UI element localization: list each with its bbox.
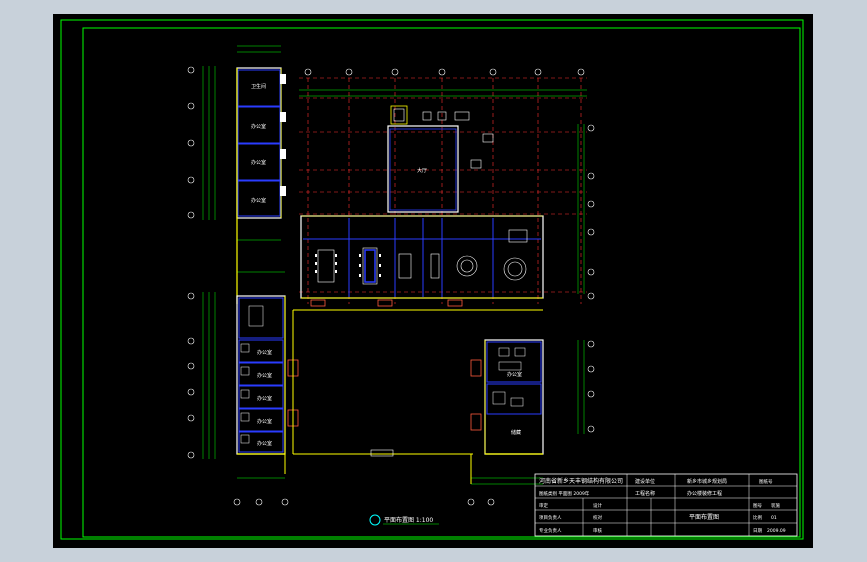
drawing-caption: 平面布置图 1:100 [384,516,433,524]
tb-company: 河南省新乡天丰钢结构有限公司 [539,477,623,485]
courtyard [292,309,543,457]
central-hall: 大厅 [387,105,494,213]
axis-bubbles-top [304,68,585,76]
label-top-left-1: 卫生间 [251,83,266,90]
drawing-sheet: 卫生间 办公室 办公室 办公室 大厅 办公室 办公室 办公室 办公室 办公室 办… [53,14,813,548]
tb-row4-b: 校对 [593,514,602,521]
axis-bubbles-left [187,66,195,459]
top-left-wing: 卫生间 办公室 办公室 办公室 [236,67,286,304]
label-left-office-2: 办公室 [257,372,272,379]
tb-row5-c: 日期 [753,528,762,534]
tb-row3-c: 图号 [753,503,762,509]
circle-marker-icon [369,514,381,526]
tb-row2-right: 办公楼装修工程 [687,490,722,497]
tb-version: 01 [771,515,777,521]
label-center-hall: 大厅 [417,167,427,174]
tb-row2-mid: 工程名称 [635,490,655,497]
tb-row5-b: 审核 [593,527,602,534]
label-right-2: 储藏 [511,429,521,436]
tb-row4-c: 比例 [753,514,762,521]
tb-project-label: 建设单位 [635,478,655,485]
lower-left-wing: 办公室 办公室 办公室 办公室 办公室 [236,295,299,455]
right-lower-block: 办公室 储藏 [470,339,544,455]
floor-plan-drawing: 卫生间 办公室 办公室 办公室 大厅 办公室 办公室 办公室 办公室 办公室 办… [60,19,804,540]
axis-bubbles-bottom [233,498,495,506]
axis-bubbles-right [587,124,595,433]
label-left-office-4: 办公室 [257,418,272,425]
tb-drawing-label: 平面布置图 [689,513,719,521]
title-block: 河南省新乡天丰钢结构有限公司 建设单位 新乡市城乡规划局 图纸类别 平面图 20… [534,473,798,537]
tb-row3-b: 设计 [593,502,602,509]
label-right-1: 办公室 [507,371,522,378]
office-row [300,215,544,307]
drawing-title: 平面布置图 1:100 [369,514,439,526]
label-left-office-1: 办公室 [257,349,272,356]
tb-date: 2009.09 [767,528,786,534]
tb-row4-a: 项目负责人 [539,514,562,521]
tb-sheet-no-label: 图纸号 [759,478,773,485]
label-top-left-4: 办公室 [251,197,266,204]
label-left-office-5: 办公室 [257,440,272,447]
label-top-left-3: 办公室 [251,159,266,166]
tb-row2-left: 图纸类别 平面图 2009年 [539,490,590,497]
tb-row3-a: 审定 [539,502,548,509]
label-top-left-2: 办公室 [251,123,266,130]
label-left-office-3: 办公室 [257,395,272,402]
tb-row5-a: 专业负责人 [539,527,562,534]
tb-sheet-no-value: 装施 [771,502,780,509]
tb-project-value: 新乡市城乡规划局 [687,478,727,485]
